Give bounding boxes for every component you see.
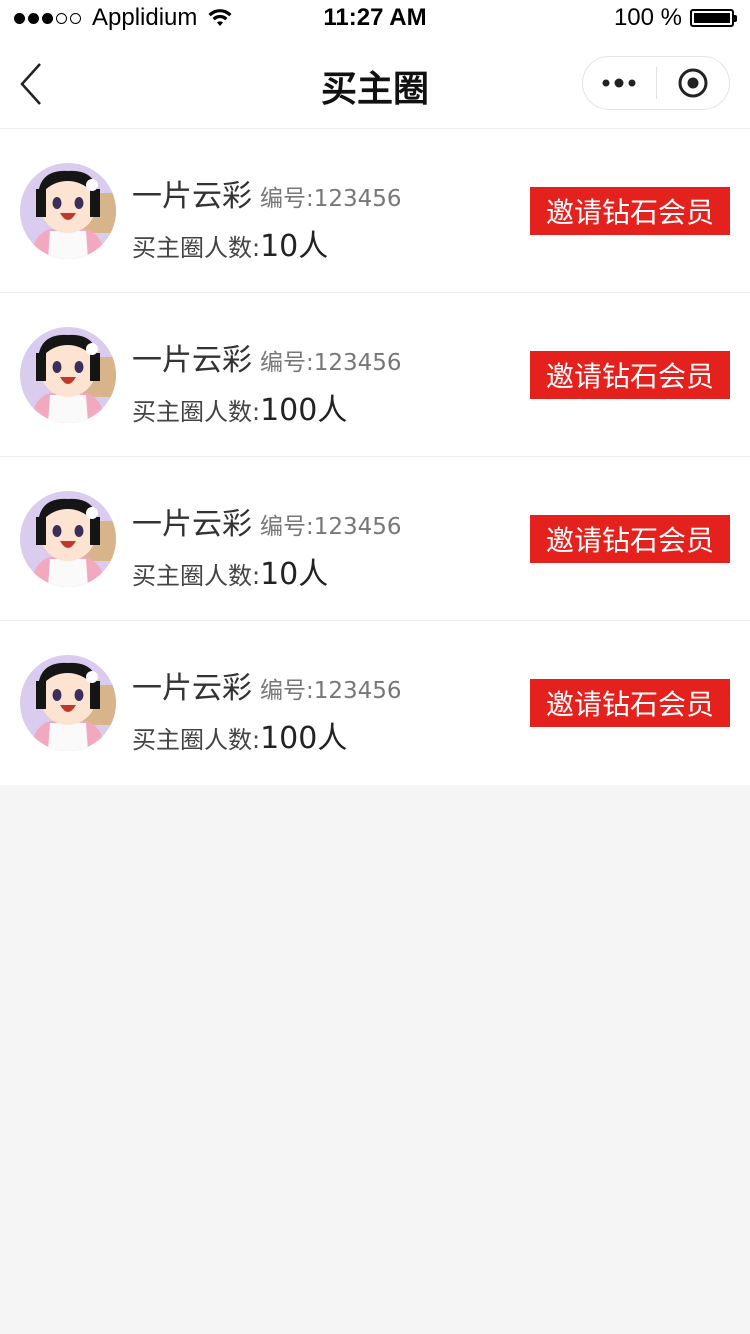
battery-icon [690,9,737,27]
list-item: 一片云彩 编号:123456 买主圈人数: 100人 邀请钻石会员 [0,621,750,785]
member-info: 一片云彩 编号:123456 买主圈人数: 10人 [132,171,402,265]
close-button[interactable] [657,57,730,109]
battery-percent: 100 % [613,4,682,31]
more-dots-icon [602,78,636,88]
circle-count-label: 买主圈人数: [132,562,261,590]
circle-count-value: 100人 [260,721,348,756]
mini-program-capsule [582,56,730,110]
avatar [20,327,116,423]
member-info: 一片云彩 编号:123456 买主圈人数: 100人 [132,335,402,429]
avatar [20,655,116,751]
navigation-bar: 买主圈 [0,38,750,129]
status-bar-right: 100 % [613,4,737,32]
member-name: 一片云彩 [132,343,252,378]
member-info: 一片云彩 编号:123456 买主圈人数: 100人 [132,663,402,757]
more-button[interactable] [583,57,656,109]
list-item: 一片云彩 编号:123456 买主圈人数: 10人 邀请钻石会员 [0,129,750,293]
invite-diamond-member-button[interactable]: 邀请钻石会员 [530,679,730,727]
member-id: 编号:123456 [260,186,402,212]
avatar [20,491,116,587]
member-id: 编号:123456 [260,514,402,540]
circle-count-value: 10人 [260,557,329,592]
circle-count-value: 100人 [260,393,348,428]
circle-count-label: 买主圈人数: [132,726,261,754]
circle-count-label: 买主圈人数: [132,234,261,262]
member-id: 编号:123456 [260,678,402,704]
circle-count-value: 10人 [260,229,329,264]
avatar [20,163,116,259]
invite-diamond-member-button[interactable]: 邀请钻石会员 [530,187,730,235]
member-info: 一片云彩 编号:123456 买主圈人数: 10人 [132,499,402,593]
list-item: 一片云彩 编号:123456 买主圈人数: 10人 邀请钻石会员 [0,457,750,621]
invite-diamond-member-button[interactable]: 邀请钻石会员 [530,351,730,399]
status-bar: Applidium 11:27 AM 100 % [0,0,750,38]
member-name: 一片云彩 [132,507,252,542]
target-close-icon [678,68,708,98]
member-name: 一片云彩 [132,671,252,706]
member-id: 编号:123456 [260,350,402,376]
circle-count-label: 买主圈人数: [132,398,261,426]
member-name: 一片云彩 [132,179,252,214]
member-list: 一片云彩 编号:123456 买主圈人数: 10人 邀请钻石会员 一片云彩 编号… [0,129,750,785]
invite-diamond-member-button[interactable]: 邀请钻石会员 [530,515,730,563]
list-item: 一片云彩 编号:123456 买主圈人数: 100人 邀请钻石会员 [0,293,750,457]
